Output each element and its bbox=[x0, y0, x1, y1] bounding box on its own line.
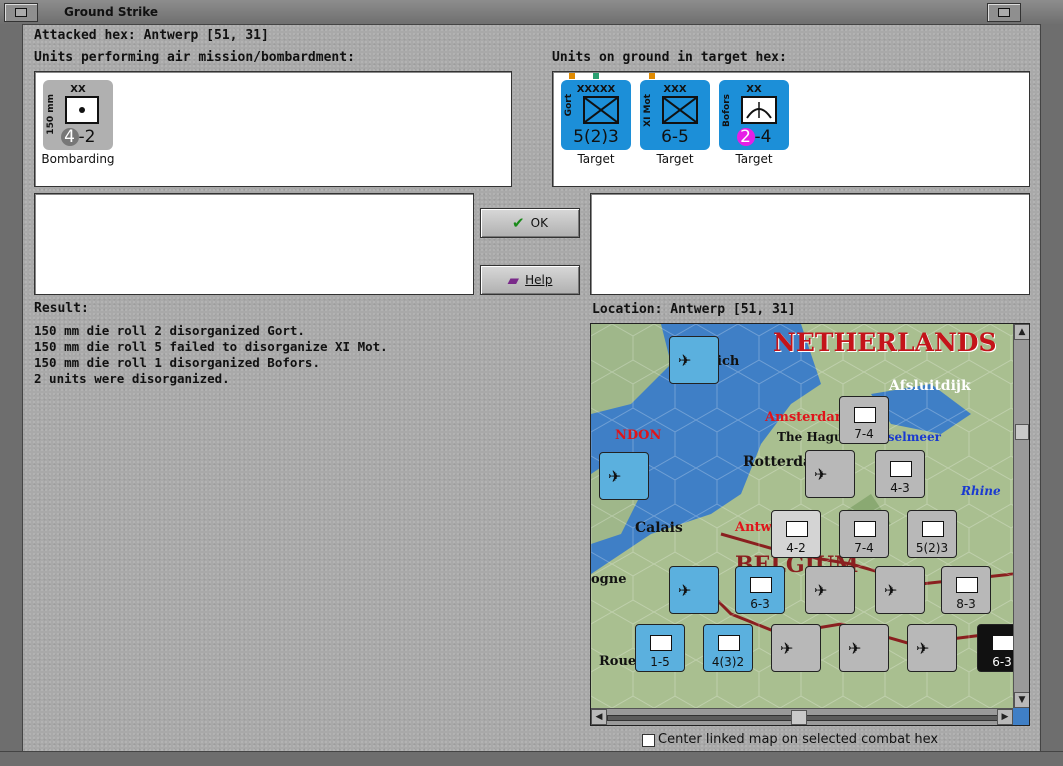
map-air-unit[interactable]: ✈ bbox=[907, 624, 957, 672]
unit-counter-150mm[interactable]: XX 150 mm 4 -2 bbox=[43, 80, 113, 150]
checkmark-icon: ✔ bbox=[512, 214, 525, 232]
map-vertical-scrollbar[interactable]: ▲ ▼ bbox=[1013, 324, 1029, 708]
result-line: 150 mm die roll 5 failed to disorganize … bbox=[34, 339, 388, 354]
map-ground-unit[interactable]: 8-3 bbox=[941, 566, 991, 614]
infantry-symbol-icon bbox=[583, 96, 619, 124]
help-button[interactable]: ▰ Help bbox=[480, 265, 580, 295]
right-detail-panel bbox=[590, 193, 1030, 295]
marker-icon bbox=[649, 73, 655, 79]
unit-status-target: Target bbox=[577, 152, 615, 166]
center-map-checkbox[interactable] bbox=[642, 734, 655, 747]
map-ground-unit[interactable]: 4(3)2 bbox=[703, 624, 753, 672]
window-title: Ground Strike bbox=[64, 5, 159, 19]
air-units-label: Units performing air mission/bombardment… bbox=[34, 50, 355, 65]
air-units-panel: XX 150 mm 4 -2 Bombarding bbox=[34, 71, 512, 187]
map-label-afsluitdijk: Afsluitdijk bbox=[889, 378, 971, 394]
attacked-hex-label: Attacked hex: Antwerp [51, 31] bbox=[34, 28, 269, 43]
map-ground-unit[interactable]: 5(2)3 bbox=[907, 510, 957, 558]
aircraft-icon: ✈ bbox=[678, 581, 692, 600]
window-frame-left bbox=[0, 24, 23, 766]
unit-strength: 5(2)3 bbox=[573, 127, 619, 147]
center-map-checkbox-label: Center linked map on selected combat hex bbox=[658, 732, 939, 747]
map-air-unit[interactable]: ✈ bbox=[805, 566, 855, 614]
scroll-up-arrow-icon[interactable]: ▲ bbox=[1014, 324, 1029, 340]
result-line: 2 units were disorganized. bbox=[34, 371, 230, 386]
map-label-calais: Calais bbox=[635, 520, 683, 536]
left-detail-panel bbox=[34, 193, 474, 295]
map-air-unit[interactable]: ✈ bbox=[839, 624, 889, 672]
map-air-unit[interactable]: ✈ bbox=[669, 566, 719, 614]
result-line: 150 mm die roll 1 disorganized Bofors. bbox=[34, 355, 320, 370]
marker-icon bbox=[593, 73, 599, 79]
ok-button-label: OK bbox=[530, 216, 548, 230]
map-ground-unit[interactable]: 4-3 bbox=[875, 450, 925, 498]
map-label-netherlands: NETHERLANDS bbox=[773, 328, 997, 357]
unit-name: XI Mot bbox=[643, 94, 653, 127]
map-air-unit[interactable]: ✈ bbox=[875, 566, 925, 614]
vertical-scroll-thumb[interactable] bbox=[1015, 424, 1029, 440]
help-button-label: Help bbox=[525, 273, 553, 287]
map-horizontal-scrollbar[interactable]: ◀ ▶ bbox=[591, 708, 1013, 725]
unit-strength: 4 -2 bbox=[43, 127, 113, 147]
horizontal-scroll-thumb[interactable] bbox=[791, 710, 807, 725]
unit-strength: 2 -4 bbox=[719, 127, 789, 147]
map-air-unit[interactable]: ✈ bbox=[805, 450, 855, 498]
unit-counter-xi-mot[interactable]: XXX XI Mot 6-5 bbox=[640, 80, 710, 150]
location-label: Location: Antwerp [51, 31] bbox=[592, 302, 796, 317]
ground-units-label: Units on ground in target hex: bbox=[552, 50, 787, 65]
marker-icon bbox=[569, 73, 575, 79]
aircraft-icon: ✈ bbox=[814, 581, 828, 600]
unit-status-bombarding: Bombarding bbox=[41, 152, 115, 166]
anti-aircraft-symbol-icon bbox=[741, 96, 777, 124]
artillery-symbol-icon bbox=[65, 96, 99, 124]
map-ground-unit[interactable]: 6-3 bbox=[735, 566, 785, 614]
result-line: 150 mm die roll 2 disorganized Gort. bbox=[34, 323, 305, 338]
unit-strength: 6-5 bbox=[661, 127, 689, 147]
unit-status-target: Target bbox=[656, 152, 694, 166]
ok-button[interactable]: ✔ OK bbox=[480, 208, 580, 238]
linked-map[interactable]: NETHERLANDS Afsluitdijk Amsterdam The Ha… bbox=[590, 323, 1030, 726]
title-bar[interactable]: Ground Strike bbox=[0, 0, 1063, 25]
map-label-boulogne: ogne bbox=[591, 572, 627, 587]
map-ground-unit-antwerp[interactable]: 4-2 bbox=[771, 510, 821, 558]
map-label-london: NDON bbox=[615, 428, 662, 443]
aircraft-icon: ✈ bbox=[780, 639, 794, 658]
motorized-infantry-symbol-icon bbox=[662, 96, 698, 124]
unit-status-target: Target bbox=[735, 152, 773, 166]
unit-name: Bofors bbox=[722, 94, 732, 127]
map-label-antwerp: Antw bbox=[735, 520, 772, 535]
ground-strike-window: Ground Strike Attacked hex: Antwerp [51,… bbox=[0, 0, 1063, 766]
unit-counter-bofors[interactable]: XX Bofors 2 -4 bbox=[719, 80, 789, 150]
map-ground-unit[interactable]: 7-4 bbox=[839, 396, 889, 444]
result-label: Result: bbox=[34, 301, 89, 316]
aircraft-icon: ✈ bbox=[848, 639, 862, 658]
aircraft-icon: ✈ bbox=[884, 581, 898, 600]
map-label-ijsselmeer: sselmeer bbox=[881, 430, 941, 444]
scroll-down-arrow-icon[interactable]: ▼ bbox=[1014, 692, 1029, 708]
ground-units-panel: XXXXX Gort 5(2)3 Target XXX XI Mot 6-5 T… bbox=[552, 71, 1030, 187]
map-air-unit[interactable]: ✈ bbox=[771, 624, 821, 672]
scroll-left-arrow-icon[interactable]: ◀ bbox=[591, 709, 607, 725]
unit-name: Gort bbox=[564, 94, 574, 117]
dialog-content: Attacked hex: Antwerp [51, 31] Units per… bbox=[26, 25, 1039, 755]
aircraft-icon: ✈ bbox=[678, 351, 692, 370]
maximize-button[interactable] bbox=[987, 3, 1021, 22]
map-air-unit[interactable]: ✈ bbox=[599, 452, 649, 500]
map-ground-unit[interactable]: 7-4 bbox=[839, 510, 889, 558]
aircraft-icon: ✈ bbox=[916, 639, 930, 658]
scroll-right-arrow-icon[interactable]: ▶ bbox=[997, 709, 1013, 725]
aircraft-icon: ✈ bbox=[814, 465, 828, 484]
window-menu-button[interactable] bbox=[4, 3, 38, 22]
window-frame-right bbox=[1040, 24, 1063, 766]
unit-counter-gort[interactable]: XXXXX Gort 5(2)3 bbox=[561, 80, 631, 150]
map-label-rhine: Rhine bbox=[961, 484, 1001, 498]
help-book-icon: ▰ bbox=[507, 271, 520, 289]
map-label-norwich: ich bbox=[717, 354, 740, 369]
map-air-unit[interactable]: ✈ bbox=[669, 336, 719, 384]
aircraft-icon: ✈ bbox=[608, 467, 622, 486]
map-ground-unit[interactable]: 1-5 bbox=[635, 624, 685, 672]
map-label-rouen: Roue bbox=[599, 654, 637, 669]
map-label-amsterdam: Amsterdam bbox=[765, 410, 849, 425]
